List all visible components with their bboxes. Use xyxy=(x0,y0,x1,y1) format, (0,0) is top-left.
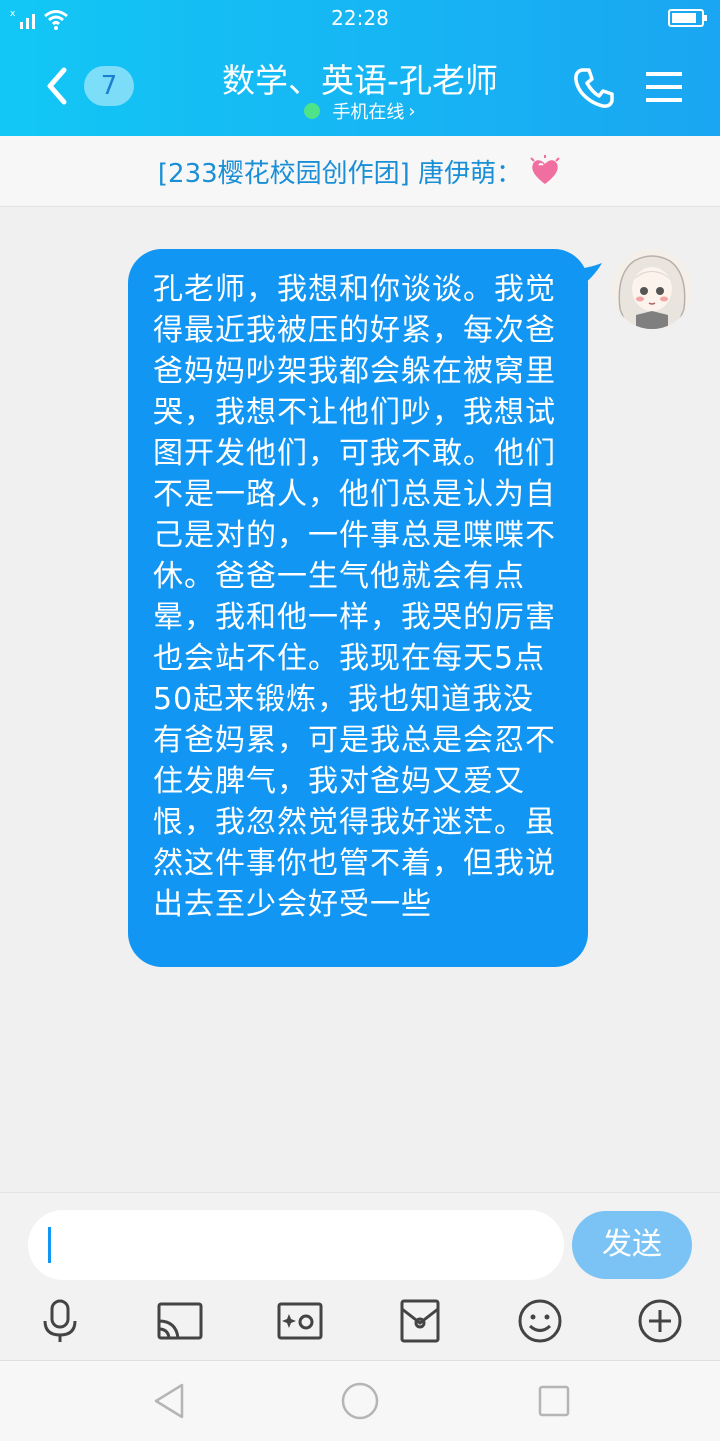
chat-header: x 22:28 7 数学、英语-孔老师 手机在线 › xyxy=(0,0,720,136)
video-cast-icon[interactable] xyxy=(156,1297,204,1345)
nav-recent-apps-icon[interactable] xyxy=(534,1381,574,1421)
text-cursor xyxy=(48,1227,51,1263)
system-nav-bar xyxy=(0,1360,720,1441)
back-chevron-icon[interactable] xyxy=(38,62,78,110)
bubble-tail xyxy=(578,263,602,289)
composer-panel: 发送 xyxy=(0,1192,720,1361)
group-notice-text: [233樱花校园创作团] 唐伊萌： xyxy=(157,158,523,189)
message-bubble[interactable]: 孔老师，我想和你谈谈。我觉得最近我被压的好紧，每次爸爸妈妈吵架我都会躲在被窝里哭… xyxy=(128,249,588,967)
emoji-icon[interactable] xyxy=(516,1297,564,1345)
chat-area[interactable]: 孔老师，我想和你谈谈。我觉得最近我被压的好紧，每次爸爸妈妈吵架我都会躲在被窝里哭… xyxy=(0,207,720,1192)
chevron-right-icon: › xyxy=(408,100,416,122)
chat-title[interactable]: 数学、英语-孔老师 xyxy=(150,54,570,102)
status-bar: x 22:28 xyxy=(0,0,720,38)
nav-back-icon[interactable] xyxy=(150,1381,190,1421)
nav-home-icon[interactable] xyxy=(340,1381,380,1421)
menu-icon[interactable] xyxy=(644,70,684,104)
plus-icon[interactable] xyxy=(636,1297,684,1345)
online-status[interactable]: 手机在线 › xyxy=(150,98,570,124)
phone-call-icon[interactable] xyxy=(572,66,616,110)
photo-icon[interactable] xyxy=(276,1297,324,1345)
message-input[interactable] xyxy=(28,1210,564,1280)
red-packet-icon[interactable] xyxy=(396,1297,444,1345)
avatar-illustration-icon xyxy=(612,249,692,329)
avatar[interactable] xyxy=(612,249,692,329)
unread-count-badge[interactable]: 7 xyxy=(84,66,134,106)
microphone-icon[interactable] xyxy=(36,1297,84,1345)
send-button[interactable]: 发送 xyxy=(572,1211,692,1279)
battery-icon xyxy=(668,9,707,27)
sparkling-heart-icon xyxy=(530,155,560,184)
online-dot-icon xyxy=(304,103,321,119)
status-time: 22:28 xyxy=(331,6,389,30)
group-notice-bar[interactable]: [233樱花校园创作团] 唐伊萌： xyxy=(0,136,720,207)
online-status-label: 手机在线 xyxy=(332,102,405,123)
